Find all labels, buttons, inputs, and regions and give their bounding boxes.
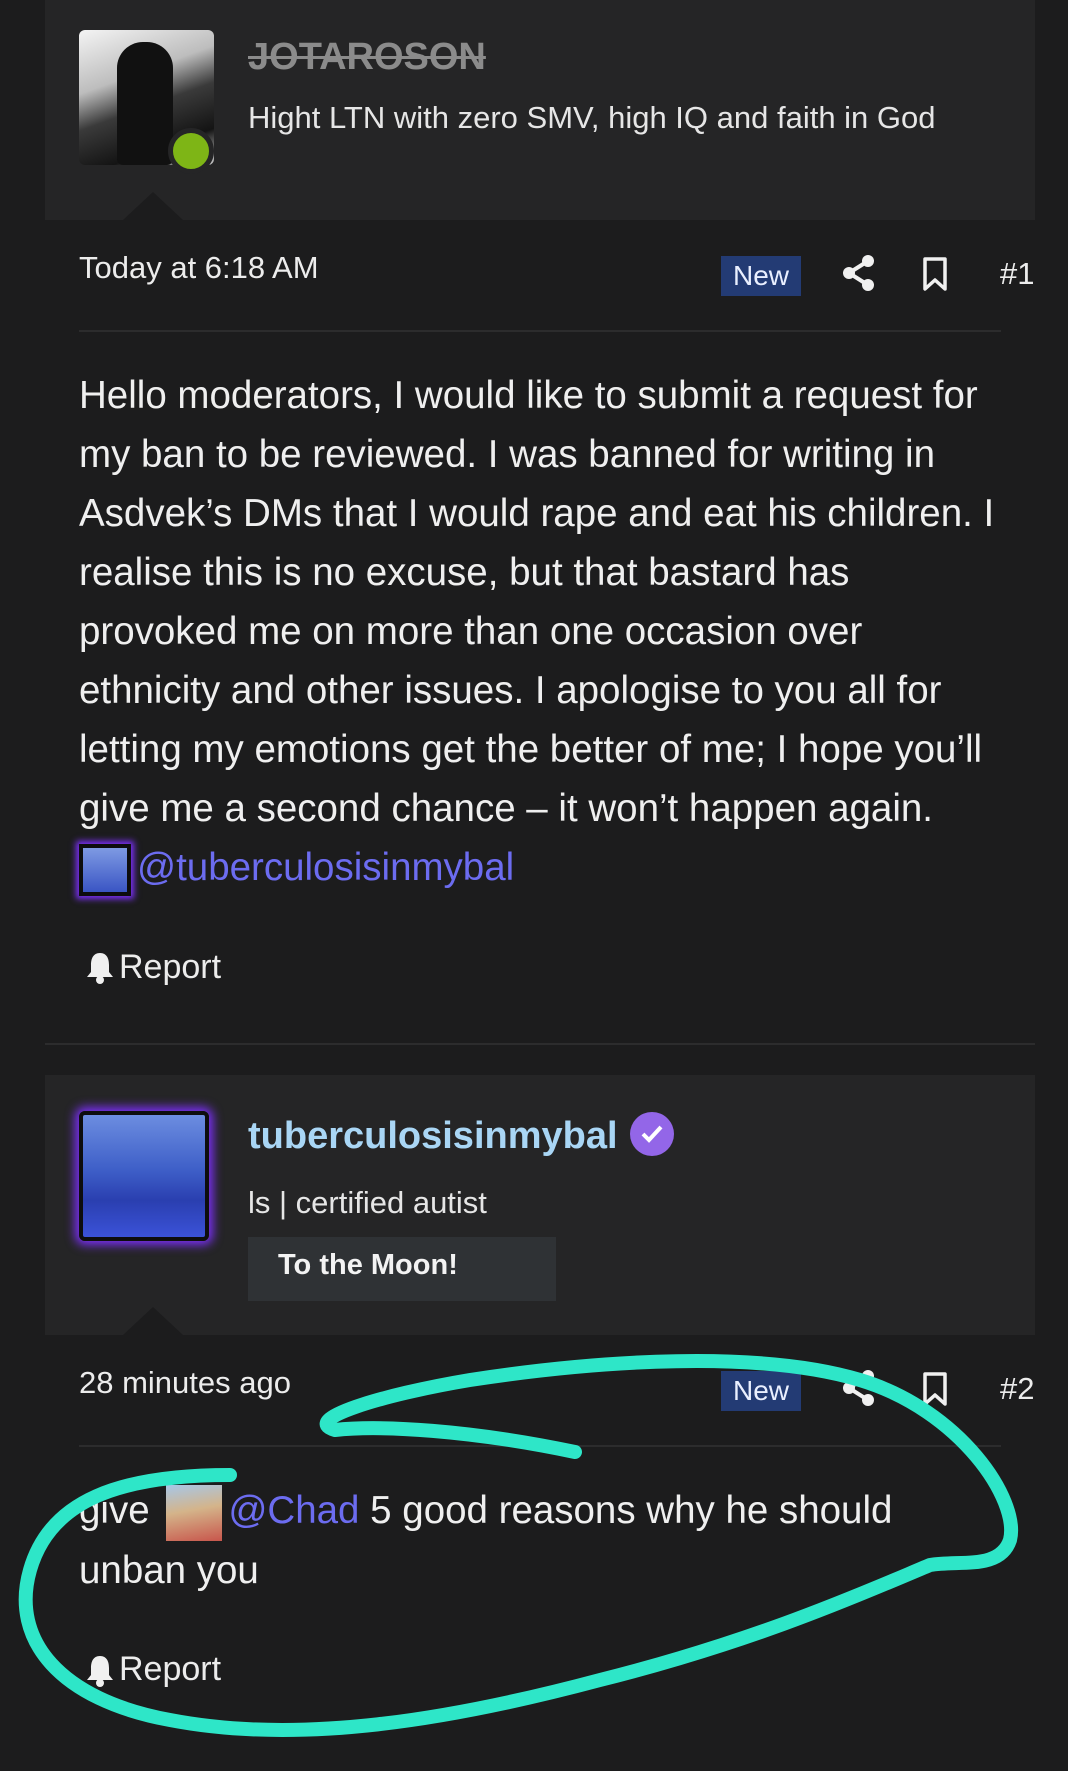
share-icon[interactable] bbox=[842, 1369, 876, 1407]
online-status-icon bbox=[168, 128, 214, 174]
header-pointer bbox=[123, 192, 183, 220]
post1-user-title: Hight LTN with zero SMV, high IQ and fai… bbox=[248, 100, 936, 135]
post2-body-before: give bbox=[79, 1489, 150, 1532]
bookmark-icon[interactable] bbox=[922, 256, 948, 292]
thread: JOTAROSON Hight LTN with zero SMV, high … bbox=[45, 0, 1035, 1706]
post2-report-button[interactable]: Report bbox=[79, 1610, 1001, 1706]
bell-icon bbox=[87, 953, 113, 984]
post1-report-label: Report bbox=[119, 947, 222, 986]
mention-avatar[interactable] bbox=[79, 843, 131, 896]
post2-username-text: tuberculosisinmybal bbox=[248, 1115, 618, 1157]
post1-mention-link[interactable]: @tuberculosisinmybal bbox=[137, 846, 514, 889]
post2-body: give @Chad 5 good reasons why he should … bbox=[79, 1447, 1001, 1600]
post2-report-label: Report bbox=[119, 1650, 222, 1689]
post1-report-button[interactable]: Report bbox=[79, 907, 1001, 1003]
post1-body-text: Hello moderators, I would like to submit… bbox=[79, 374, 995, 830]
post2-mention-link[interactable]: @Chad bbox=[228, 1489, 359, 1532]
header-pointer bbox=[123, 1307, 183, 1335]
post-separator bbox=[45, 1043, 1035, 1045]
post2-avatar[interactable] bbox=[79, 1111, 209, 1241]
verified-icon bbox=[629, 1111, 674, 1156]
post1-number[interactable]: #1 bbox=[1000, 256, 1034, 292]
chad-avatar[interactable] bbox=[166, 1484, 223, 1541]
post1-new-badge: New bbox=[721, 256, 802, 296]
post1-timestamp[interactable]: Today at 6:18 AM bbox=[79, 250, 319, 286]
bell-icon bbox=[87, 1655, 113, 1687]
post2-number[interactable]: #2 bbox=[1000, 1371, 1034, 1407]
post1-meta-row: Today at 6:18 AM New #1 bbox=[79, 220, 1034, 332]
post2-new-badge: New bbox=[721, 1371, 802, 1411]
post1-user-header: JOTAROSON Hight LTN with zero SMV, high … bbox=[45, 0, 1035, 220]
share-icon[interactable] bbox=[842, 254, 876, 292]
post1-body: Hello moderators, I would like to submit… bbox=[79, 332, 1001, 897]
post2-user-title: ls | certified autist bbox=[248, 1185, 487, 1220]
post2-timestamp[interactable]: 28 minutes ago bbox=[79, 1365, 291, 1401]
bookmark-icon[interactable] bbox=[922, 1371, 948, 1407]
post2-meta-row: 28 minutes ago New #2 bbox=[79, 1335, 1034, 1447]
post2-trophy-banner[interactable]: To the Moon! bbox=[248, 1237, 556, 1301]
post2-username[interactable]: tuberculosisinmybal bbox=[248, 1111, 674, 1160]
post1-username[interactable]: JOTAROSON bbox=[248, 36, 486, 79]
post2-user-header: tuberculosisinmybal ls | certified autis… bbox=[45, 1075, 1035, 1335]
